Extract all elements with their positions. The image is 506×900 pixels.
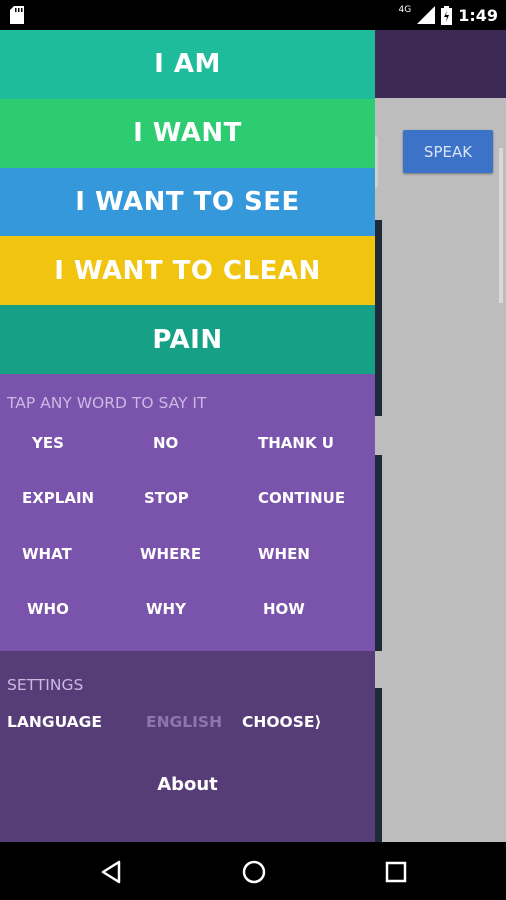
word-what[interactable]: WHAT xyxy=(22,545,72,563)
language-label: LANGUAGE xyxy=(7,712,102,731)
card-edge xyxy=(374,455,382,651)
navigation-drawer: I AM I WANT I WANT TO SEE I WANT TO CLEA… xyxy=(0,30,375,842)
signal-icon xyxy=(417,6,436,24)
word-continue[interactable]: CONTINUE xyxy=(258,489,345,507)
card-edge xyxy=(374,220,382,416)
category-pain[interactable]: PAIN xyxy=(0,305,375,374)
about-link[interactable]: About xyxy=(0,774,375,795)
scrollbar[interactable] xyxy=(499,148,503,303)
home-icon[interactable] xyxy=(239,857,269,887)
word-who[interactable]: WHO xyxy=(27,600,69,618)
choose-language-button[interactable]: CHOOSE⟩ xyxy=(242,713,322,731)
clock: 1:49 xyxy=(458,5,498,25)
settings-panel: SETTINGS LANGUAGE ENGLISH CHOOSE⟩ About xyxy=(0,651,375,841)
word-no[interactable]: NO xyxy=(153,434,178,452)
word-stop[interactable]: STOP xyxy=(144,489,189,507)
word-when[interactable]: WHEN xyxy=(258,545,310,563)
recents-icon[interactable] xyxy=(381,857,411,887)
card-edge xyxy=(374,688,382,842)
quick-words-panel: TAP ANY WORD TO SAY IT YES NO THANK U EX… xyxy=(0,373,375,651)
status-icons: 4G 1:49 xyxy=(398,4,498,26)
network-type: 4G xyxy=(398,5,412,15)
category-i-want[interactable]: I WANT xyxy=(0,98,375,168)
sd-card-icon xyxy=(10,6,24,24)
category-list: I AM I WANT I WANT TO SEE I WANT TO CLEA… xyxy=(0,30,375,374)
word-why[interactable]: WHY xyxy=(146,600,186,618)
system-nav-bar xyxy=(0,842,506,900)
word-yes[interactable]: YES xyxy=(32,434,64,452)
back-icon[interactable] xyxy=(97,857,127,887)
word-where[interactable]: WHERE xyxy=(140,545,201,563)
category-i-want-to-clean[interactable]: I WANT TO CLEAN xyxy=(0,236,375,306)
speak-button[interactable]: SPEAK xyxy=(403,130,493,173)
battery-icon xyxy=(441,5,453,25)
settings-title: SETTINGS xyxy=(7,675,84,694)
language-value: ENGLISH xyxy=(146,712,223,731)
quick-words-title: TAP ANY WORD TO SAY IT xyxy=(7,393,207,412)
word-how[interactable]: HOW xyxy=(263,600,305,618)
category-i-am[interactable]: I AM xyxy=(0,30,375,99)
word-explain[interactable]: EXPLAIN xyxy=(22,489,94,507)
word-thank-u[interactable]: THANK U xyxy=(258,434,334,452)
status-bar: 4G 1:49 xyxy=(0,0,506,30)
category-i-want-to-see[interactable]: I WANT TO SEE xyxy=(0,167,375,237)
